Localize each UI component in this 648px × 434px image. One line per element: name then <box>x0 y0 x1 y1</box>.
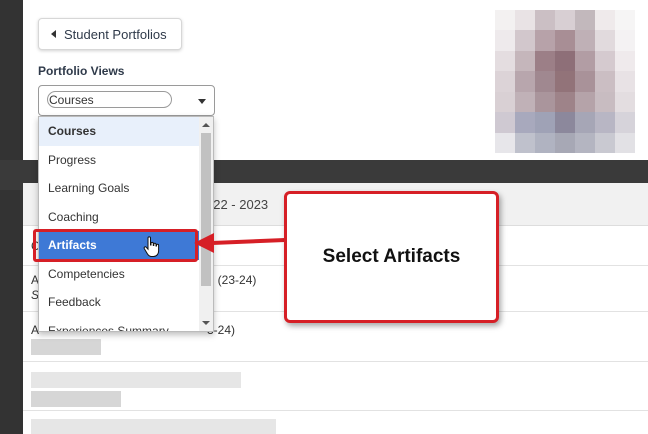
photo-pixel <box>495 50 515 72</box>
blurred-text <box>31 419 276 434</box>
caret-down-icon <box>198 99 206 104</box>
year-range: 022 - 2023 <box>206 197 269 212</box>
artifacts-highlight-ring <box>33 229 198 262</box>
select-value: Courses <box>47 91 172 108</box>
portfolio-views-label: Portfolio Views <box>38 64 125 78</box>
portfolio-views-select[interactable]: Courses <box>38 85 215 116</box>
photo-pixel <box>555 10 575 31</box>
photo-pixel <box>515 71 535 92</box>
photo-pixel <box>575 71 595 92</box>
annotation-callout: Select Artifacts <box>284 191 499 323</box>
photo-pixel <box>515 132 535 153</box>
option-progress[interactable]: Progress <box>39 146 199 175</box>
blurred-text <box>31 372 241 388</box>
photo-pixel <box>515 30 535 51</box>
photo-pixel <box>515 10 535 31</box>
photo-pixel <box>615 71 635 92</box>
dropdown-scrollbar[interactable] <box>199 117 213 331</box>
back-button-label: Student Portfolios <box>64 26 167 42</box>
option-label: Competencies <box>48 266 125 281</box>
background-edge <box>0 0 24 434</box>
blurred-text <box>31 339 101 355</box>
photo-pixel <box>615 30 635 51</box>
caret-left-icon <box>51 30 56 38</box>
photo-pixel <box>575 91 595 113</box>
dropdown-options: Courses Progress Learning Goals Coaching… <box>39 117 199 332</box>
photo-pixel <box>555 30 575 51</box>
photo-pixel <box>575 10 595 31</box>
photo-pixel <box>535 30 555 51</box>
option-coaching[interactable]: Coaching <box>39 203 199 232</box>
scroll-down-icon[interactable] <box>202 321 210 325</box>
photo-pixel <box>595 132 615 153</box>
photo-pixel <box>615 112 635 133</box>
photo-pixel <box>615 132 635 153</box>
callout-text: Select Artifacts <box>322 246 461 267</box>
row-divider <box>23 361 648 362</box>
student-portfolios-button[interactable]: Student Portfolios <box>38 18 182 50</box>
option-learning-goals[interactable]: Learning Goals <box>39 174 199 203</box>
photo-pixel <box>535 10 555 31</box>
option-label: Coaching <box>48 209 99 224</box>
option-label: Experiences Summary <box>48 323 169 332</box>
photo-pixel <box>595 112 615 133</box>
photo-pixel <box>495 71 515 92</box>
photo-pixel <box>555 112 575 133</box>
photo-pixel <box>495 30 515 51</box>
photo-pixel <box>555 132 575 153</box>
scroll-up-icon[interactable] <box>202 123 210 127</box>
photo-pixel <box>595 30 615 51</box>
option-label: Feedback <box>48 295 101 310</box>
photo-pixel <box>515 112 535 133</box>
blurred-text <box>31 391 121 407</box>
photo-pixel <box>595 71 615 92</box>
photo-pixel <box>555 91 575 113</box>
photo-pixel <box>515 91 535 113</box>
option-competencies[interactable]: Competencies <box>39 260 199 289</box>
photo-pixel <box>495 91 515 113</box>
photo-pixel <box>535 50 555 72</box>
option-label: Progress <box>48 152 97 167</box>
photo-pixel <box>495 112 515 133</box>
photo-pixel <box>515 50 535 72</box>
photo-pixel <box>535 91 555 113</box>
photo-pixel <box>535 132 555 153</box>
photo-pixel <box>615 10 635 31</box>
photo-pixel <box>595 91 615 113</box>
option-label: Courses <box>48 124 97 139</box>
photo-pixel <box>575 30 595 51</box>
photo-pixel <box>615 50 635 72</box>
photo-pixel <box>575 132 595 153</box>
photo-pixel <box>555 50 575 72</box>
photo-pixel <box>595 10 615 31</box>
photo-pixel <box>575 112 595 133</box>
photo-pixel <box>495 10 515 31</box>
photo-pixel <box>495 132 515 153</box>
option-courses[interactable]: Courses <box>39 117 199 146</box>
row-divider <box>23 410 648 411</box>
photo-pixel <box>595 50 615 72</box>
scrollbar-thumb[interactable] <box>201 133 211 286</box>
option-experiences-summary[interactable]: Experiences Summary <box>39 317 199 332</box>
photo-pixel <box>615 91 635 113</box>
photo-pixel <box>535 112 555 133</box>
option-feedback[interactable]: Feedback <box>39 288 199 317</box>
hand-pointer-icon <box>143 236 160 257</box>
option-label: Learning Goals <box>48 181 130 196</box>
photo-pixel <box>575 50 595 72</box>
portfolio-views-dropdown[interactable]: Courses Progress Learning Goals Coaching… <box>38 116 214 332</box>
photo-pixel <box>555 71 575 92</box>
photo-pixel <box>535 71 555 92</box>
student-photo-pixelated <box>495 10 635 153</box>
